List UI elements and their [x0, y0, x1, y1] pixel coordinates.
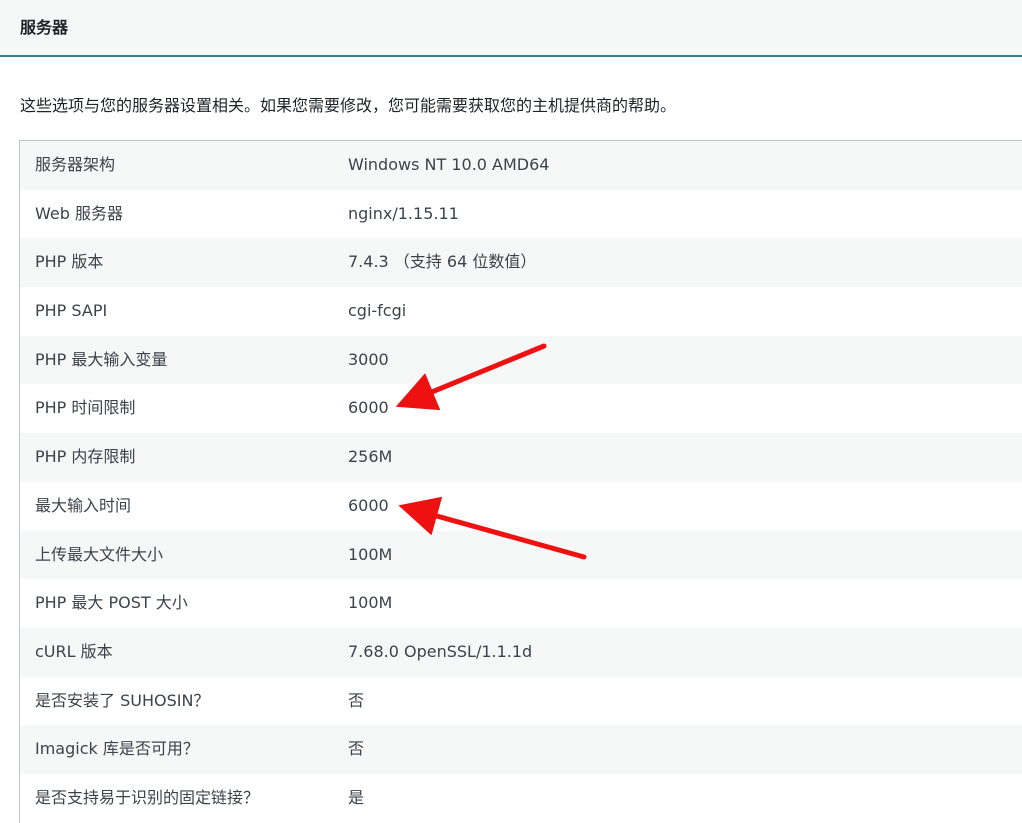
row-label: PHP SAPI	[35, 301, 108, 321]
row-label: PHP 内存限制	[35, 447, 136, 467]
table-row: PHP 版本 7.4.3 （支持 64 位数值）	[20, 238, 1022, 288]
row-label: Imagick 库是否可用？	[35, 739, 199, 759]
server-info-table: 服务器架构 Windows NT 10.0 AMD64 Web 服务器 ngin…	[19, 140, 1022, 823]
table-row: PHP 最大 POST 大小 100M	[20, 579, 1022, 628]
table-row: PHP 时间限制 6000	[20, 384, 1022, 434]
table-row: 服务器架构 Windows NT 10.0 AMD64	[20, 141, 1022, 190]
row-value: 3000	[348, 349, 389, 369]
table-row: cURL 版本 7.68.0 OpenSSL/1.1.1d	[20, 627, 1022, 677]
row-label: 最大输入时间	[35, 495, 132, 515]
row-value: 否	[348, 690, 365, 710]
row-label: PHP 最大输入变量	[35, 349, 168, 369]
row-label: 上传最大文件大小	[35, 544, 164, 564]
row-value: 否	[348, 739, 365, 759]
section-description: 这些选项与您的服务器设置相关。如果您需要修改，您可能需要获取您的主机提供商的帮助…	[20, 96, 677, 115]
row-value: 100M	[348, 593, 393, 613]
table-row: PHP SAPI cgi-fcgi	[20, 287, 1022, 336]
row-value: cgi-fcgi	[348, 301, 407, 321]
row-value: Windows NT 10.0 AMD64	[348, 155, 550, 174]
section-title: 服务器	[20, 18, 69, 37]
row-value: 6000	[348, 398, 389, 418]
row-label: 是否支持易于识别的固定链接？	[35, 787, 260, 807]
row-label: 服务器架构	[35, 155, 116, 174]
table-row: 上传最大文件大小 100M	[20, 530, 1022, 580]
row-value: nginx/1.15.11	[348, 203, 459, 223]
row-value: 256M	[348, 447, 393, 467]
table-row: Imagick 库是否可用？ 否	[20, 725, 1022, 774]
row-label: PHP 版本	[35, 252, 104, 272]
row-value: 7.4.3 （支持 64 位数值）	[348, 252, 537, 272]
table-row: 最大输入时间 6000	[20, 481, 1022, 531]
row-label: PHP 时间限制	[35, 398, 136, 418]
row-label: Web 服务器	[35, 203, 123, 223]
table-row: 是否安装了 SUHOSIN？ 否	[20, 676, 1022, 726]
table-row: PHP 内存限制 256M	[20, 433, 1022, 482]
row-value: 6000	[348, 495, 389, 515]
row-value: 100M	[348, 544, 393, 564]
table-row: 是否支持易于识别的固定链接？ 是	[20, 773, 1022, 823]
row-value: 是	[348, 787, 365, 807]
table-row: Web 服务器 nginx/1.15.11	[20, 189, 1022, 239]
row-value: 7.68.0 OpenSSL/1.1.1d	[348, 641, 533, 661]
section-header[interactable]: 服务器	[0, 0, 1022, 57]
table-row: PHP 最大输入变量 3000	[20, 335, 1022, 385]
row-label: PHP 最大 POST 大小	[35, 593, 188, 613]
row-label: 是否安装了 SUHOSIN？	[35, 690, 210, 710]
row-label: cURL 版本	[35, 641, 113, 661]
